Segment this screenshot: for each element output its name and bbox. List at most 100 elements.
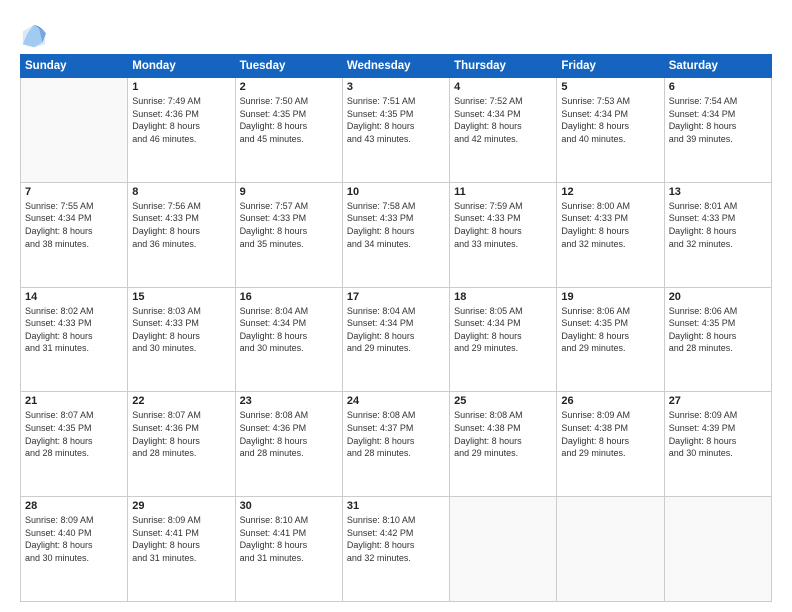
day-number: 5 [561,81,659,93]
day-info: Sunrise: 8:06 AM Sunset: 4:35 PM Dayligh… [561,305,659,355]
day-number: 10 [347,186,445,198]
calendar-cell: 31Sunrise: 8:10 AM Sunset: 4:42 PM Dayli… [342,497,449,602]
day-number: 29 [132,500,230,512]
day-number: 15 [132,291,230,303]
day-number: 14 [25,291,123,303]
day-number: 6 [669,81,767,93]
calendar-cell: 17 Sunrise: 8:04 AM Sunset: 4:34 PM Dayli… [342,287,449,392]
day-info: Sunrise: 7:58 AM Sunset: 4:33 PM Dayligh… [347,200,445,250]
calendar-week-row: 7 Sunrise: 7:55 AM Sunset: 4:34 PM Daylig… [21,182,772,287]
calendar-cell: 10 Sunrise: 7:58 AM Sunset: 4:33 PM Dayli… [342,182,449,287]
calendar-cell: 19 Sunrise: 8:06 AM Sunset: 4:35 PM Dayli… [557,287,664,392]
day-number: 4 [454,81,552,93]
day-info: Sunrise: 8:07 AM Sunset: 4:36 PM Dayligh… [132,409,230,459]
day-info: Sunrise: 7:51 AM Sunset: 4:35 PM Dayligh… [347,95,445,145]
calendar-cell: 7 Sunrise: 7:55 AM Sunset: 4:34 PM Daylig… [21,182,128,287]
calendar-cell: 11 Sunrise: 7:59 AM Sunset: 4:33 PM Dayli… [450,182,557,287]
day-info: Sunrise: 7:59 AM Sunset: 4:33 PM Dayligh… [454,200,552,250]
day-info: Sunrise: 8:02 AM Sunset: 4:33 PM Dayligh… [25,305,123,355]
day-number: 12 [561,186,659,198]
day-info: Sunrise: 7:50 AM Sunset: 4:35 PM Dayligh… [240,95,338,145]
calendar-cell: 9 Sunrise: 7:57 AM Sunset: 4:33 PM Daylig… [235,182,342,287]
logo [20,22,52,50]
day-info: Sunrise: 8:06 AM Sunset: 4:35 PM Dayligh… [669,305,767,355]
weekday-header: Wednesday [342,55,449,78]
day-info: Sunrise: 8:09 AM Sunset: 4:40 PM Dayligh… [25,514,123,564]
calendar-week-row: 1Sunrise: 7:49 AM Sunset: 4:36 PM Daylig… [21,78,772,183]
calendar-cell: 3 Sunrise: 7:51 AM Sunset: 4:35 PM Daylig… [342,78,449,183]
weekday-header: Saturday [664,55,771,78]
calendar-table: SundayMondayTuesdayWednesdayThursdayFrid… [20,54,772,602]
calendar-cell: 25Sunrise: 8:08 AM Sunset: 4:38 PM Dayli… [450,392,557,497]
day-info: Sunrise: 8:09 AM Sunset: 4:38 PM Dayligh… [561,409,659,459]
calendar-cell: 27 Sunrise: 8:09 AM Sunset: 4:39 PM Dayli… [664,392,771,497]
day-number: 26 [561,395,659,407]
calendar-cell: 14 Sunrise: 8:02 AM Sunset: 4:33 PM Dayli… [21,287,128,392]
day-number: 28 [25,500,123,512]
calendar-cell: 26 Sunrise: 8:09 AM Sunset: 4:38 PM Dayli… [557,392,664,497]
calendar-cell [557,497,664,602]
day-number: 9 [240,186,338,198]
calendar-cell: 18Sunrise: 8:05 AM Sunset: 4:34 PM Dayli… [450,287,557,392]
day-info: Sunrise: 8:10 AM Sunset: 4:42 PM Dayligh… [347,514,445,564]
day-info: Sunrise: 8:07 AM Sunset: 4:35 PM Dayligh… [25,409,123,459]
day-number: 8 [132,186,230,198]
calendar-cell [21,78,128,183]
calendar-cell: 16 Sunrise: 8:04 AM Sunset: 4:34 PM Dayli… [235,287,342,392]
day-info: Sunrise: 8:09 AM Sunset: 4:41 PM Dayligh… [132,514,230,564]
calendar-cell: 28 Sunrise: 8:09 AM Sunset: 4:40 PM Dayli… [21,497,128,602]
calendar-cell: 15 Sunrise: 8:03 AM Sunset: 4:33 PM Dayli… [128,287,235,392]
weekday-header: Thursday [450,55,557,78]
day-info: Sunrise: 8:08 AM Sunset: 4:36 PM Dayligh… [240,409,338,459]
day-info: Sunrise: 8:01 AM Sunset: 4:33 PM Dayligh… [669,200,767,250]
calendar-week-row: 28 Sunrise: 8:09 AM Sunset: 4:40 PM Dayli… [21,497,772,602]
weekday-header: Sunday [21,55,128,78]
day-number: 7 [25,186,123,198]
calendar-cell: 8 Sunrise: 7:56 AM Sunset: 4:33 PM Daylig… [128,182,235,287]
calendar-cell: 2Sunrise: 7:50 AM Sunset: 4:35 PM Daylig… [235,78,342,183]
calendar-cell: 22 Sunrise: 8:07 AM Sunset: 4:36 PM Dayli… [128,392,235,497]
day-number: 17 [347,291,445,303]
weekday-header: Monday [128,55,235,78]
weekday-header: Tuesday [235,55,342,78]
calendar-cell [450,497,557,602]
day-number: 13 [669,186,767,198]
day-info: Sunrise: 8:03 AM Sunset: 4:33 PM Dayligh… [132,305,230,355]
day-info: Sunrise: 7:53 AM Sunset: 4:34 PM Dayligh… [561,95,659,145]
day-number: 21 [25,395,123,407]
day-number: 22 [132,395,230,407]
calendar-week-row: 14 Sunrise: 8:02 AM Sunset: 4:33 PM Dayli… [21,287,772,392]
day-info: Sunrise: 8:05 AM Sunset: 4:34 PM Dayligh… [454,305,552,355]
calendar-cell: 23Sunrise: 8:08 AM Sunset: 4:36 PM Dayli… [235,392,342,497]
calendar-cell: 5 Sunrise: 7:53 AM Sunset: 4:34 PM Daylig… [557,78,664,183]
calendar-cell: 6 Sunrise: 7:54 AM Sunset: 4:34 PM Daylig… [664,78,771,183]
day-number: 16 [240,291,338,303]
day-info: Sunrise: 7:55 AM Sunset: 4:34 PM Dayligh… [25,200,123,250]
day-number: 11 [454,186,552,198]
header-row: SundayMondayTuesdayWednesdayThursdayFrid… [21,55,772,78]
logo-icon [20,22,48,50]
weekday-header: Friday [557,55,664,78]
day-number: 24 [347,395,445,407]
day-info: Sunrise: 8:10 AM Sunset: 4:41 PM Dayligh… [240,514,338,564]
calendar-cell: 20 Sunrise: 8:06 AM Sunset: 4:35 PM Dayli… [664,287,771,392]
calendar-cell: 4 Sunrise: 7:52 AM Sunset: 4:34 PM Daylig… [450,78,557,183]
day-info: Sunrise: 7:56 AM Sunset: 4:33 PM Dayligh… [132,200,230,250]
calendar-cell: 30Sunrise: 8:10 AM Sunset: 4:41 PM Dayli… [235,497,342,602]
day-info: Sunrise: 7:54 AM Sunset: 4:34 PM Dayligh… [669,95,767,145]
calendar-cell: 29 Sunrise: 8:09 AM Sunset: 4:41 PM Dayli… [128,497,235,602]
calendar-cell [664,497,771,602]
day-info: Sunrise: 8:08 AM Sunset: 4:37 PM Dayligh… [347,409,445,459]
day-number: 3 [347,81,445,93]
day-info: Sunrise: 7:57 AM Sunset: 4:33 PM Dayligh… [240,200,338,250]
day-number: 27 [669,395,767,407]
day-info: Sunrise: 8:04 AM Sunset: 4:34 PM Dayligh… [240,305,338,355]
day-info: Sunrise: 8:00 AM Sunset: 4:33 PM Dayligh… [561,200,659,250]
day-info: Sunrise: 8:04 AM Sunset: 4:34 PM Dayligh… [347,305,445,355]
calendar-week-row: 21 Sunrise: 8:07 AM Sunset: 4:35 PM Dayli… [21,392,772,497]
day-info: Sunrise: 7:52 AM Sunset: 4:34 PM Dayligh… [454,95,552,145]
day-info: Sunrise: 8:09 AM Sunset: 4:39 PM Dayligh… [669,409,767,459]
day-number: 20 [669,291,767,303]
day-number: 19 [561,291,659,303]
day-info: Sunrise: 7:49 AM Sunset: 4:36 PM Dayligh… [132,95,230,145]
